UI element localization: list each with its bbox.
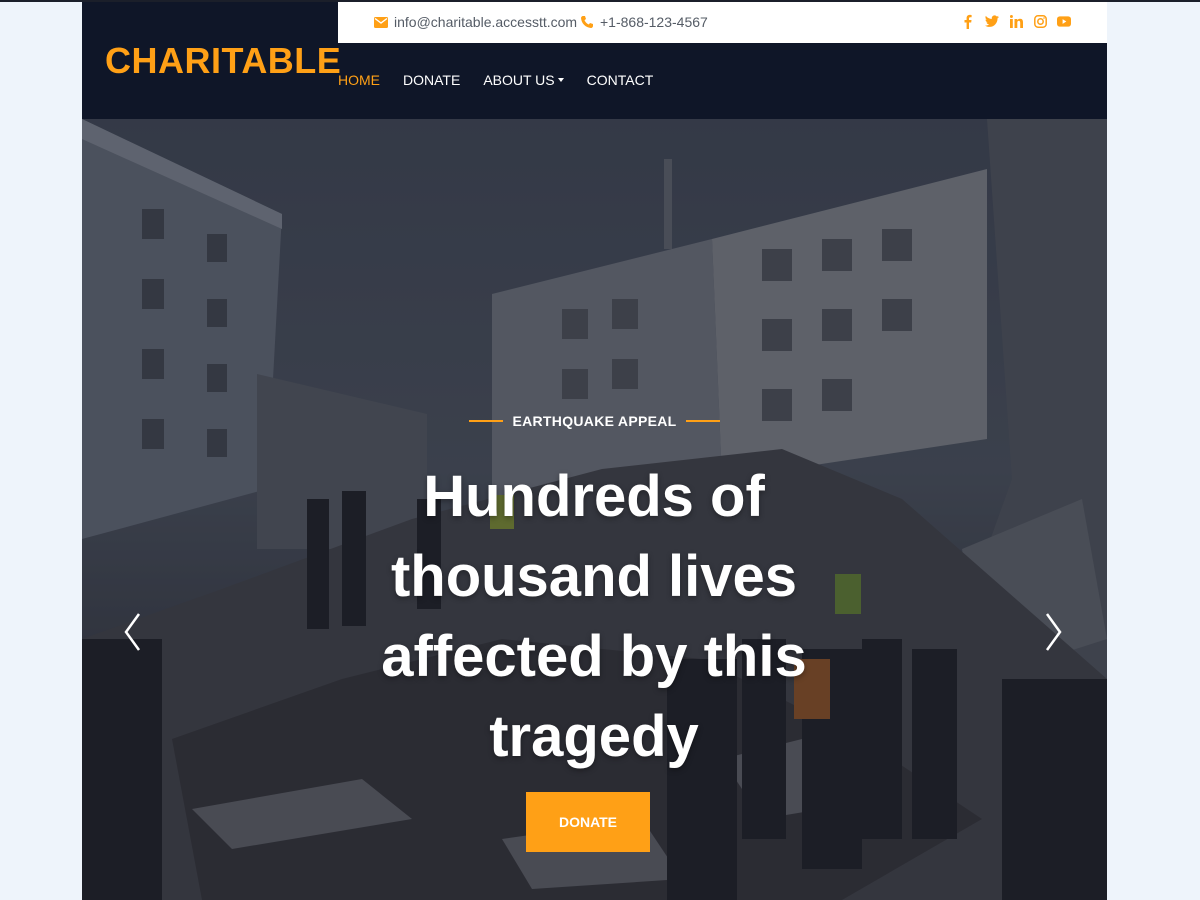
hero-eyebrow: EARTHQUAKE APPEAL bbox=[82, 413, 1107, 429]
phone-icon bbox=[581, 16, 593, 28]
chevron-left-icon bbox=[124, 613, 141, 651]
phone-text: +1-868-123-4567 bbox=[600, 14, 708, 30]
nav-donate[interactable]: DONATE bbox=[403, 72, 460, 88]
social-links bbox=[961, 13, 1071, 29]
twitter-icon[interactable] bbox=[985, 13, 999, 29]
eyebrow-text: EARTHQUAKE APPEAL bbox=[512, 413, 677, 429]
nav-contact-label: CONTACT bbox=[586, 72, 654, 88]
youtube-icon[interactable] bbox=[1057, 13, 1071, 29]
hero-donate-button[interactable]: DONATE bbox=[526, 792, 650, 852]
contact-topbar: info@charitable.accesstt.com +1-868-123-… bbox=[338, 2, 1107, 43]
site-header: CHARITABLE info@charitable.accesstt.com … bbox=[82, 2, 1107, 119]
hero-slider: EARTHQUAKE APPEAL Hundreds of thousand l… bbox=[82, 119, 1107, 900]
linkedin-icon[interactable] bbox=[1009, 13, 1023, 29]
contact-email[interactable]: info@charitable.accesstt.com bbox=[374, 14, 577, 30]
instagram-icon[interactable] bbox=[1033, 13, 1047, 29]
envelope-icon bbox=[374, 16, 388, 28]
facebook-icon[interactable] bbox=[961, 13, 975, 29]
nav-contact[interactable]: CONTACT bbox=[587, 72, 654, 88]
site-logo[interactable]: CHARITABLE bbox=[105, 40, 341, 82]
eyebrow-line-left bbox=[469, 420, 504, 422]
nav-home[interactable]: HOME bbox=[338, 72, 380, 88]
nav-about-label: ABOUT US bbox=[483, 72, 555, 88]
nav-home-label: HOME bbox=[338, 72, 380, 88]
nav-about-us[interactable]: ABOUT US bbox=[483, 72, 564, 88]
slider-next-button[interactable] bbox=[1044, 612, 1064, 652]
site-wrapper: CHARITABLE info@charitable.accesstt.com … bbox=[82, 2, 1107, 900]
hero-headline: Hundreds of thousand lives affected by t… bbox=[381, 464, 807, 769]
chevron-right-icon bbox=[1045, 613, 1062, 651]
caret-down-icon bbox=[557, 78, 564, 82]
email-text: info@charitable.accesstt.com bbox=[394, 14, 578, 30]
nav-donate-label: DONATE bbox=[403, 72, 461, 88]
main-nav: HOME DONATE ABOUT US CONTACT bbox=[338, 72, 676, 88]
eyebrow-line-right bbox=[685, 420, 720, 422]
slider-prev-button[interactable] bbox=[122, 612, 142, 652]
contact-phone[interactable]: +1-868-123-4567 bbox=[580, 14, 708, 30]
